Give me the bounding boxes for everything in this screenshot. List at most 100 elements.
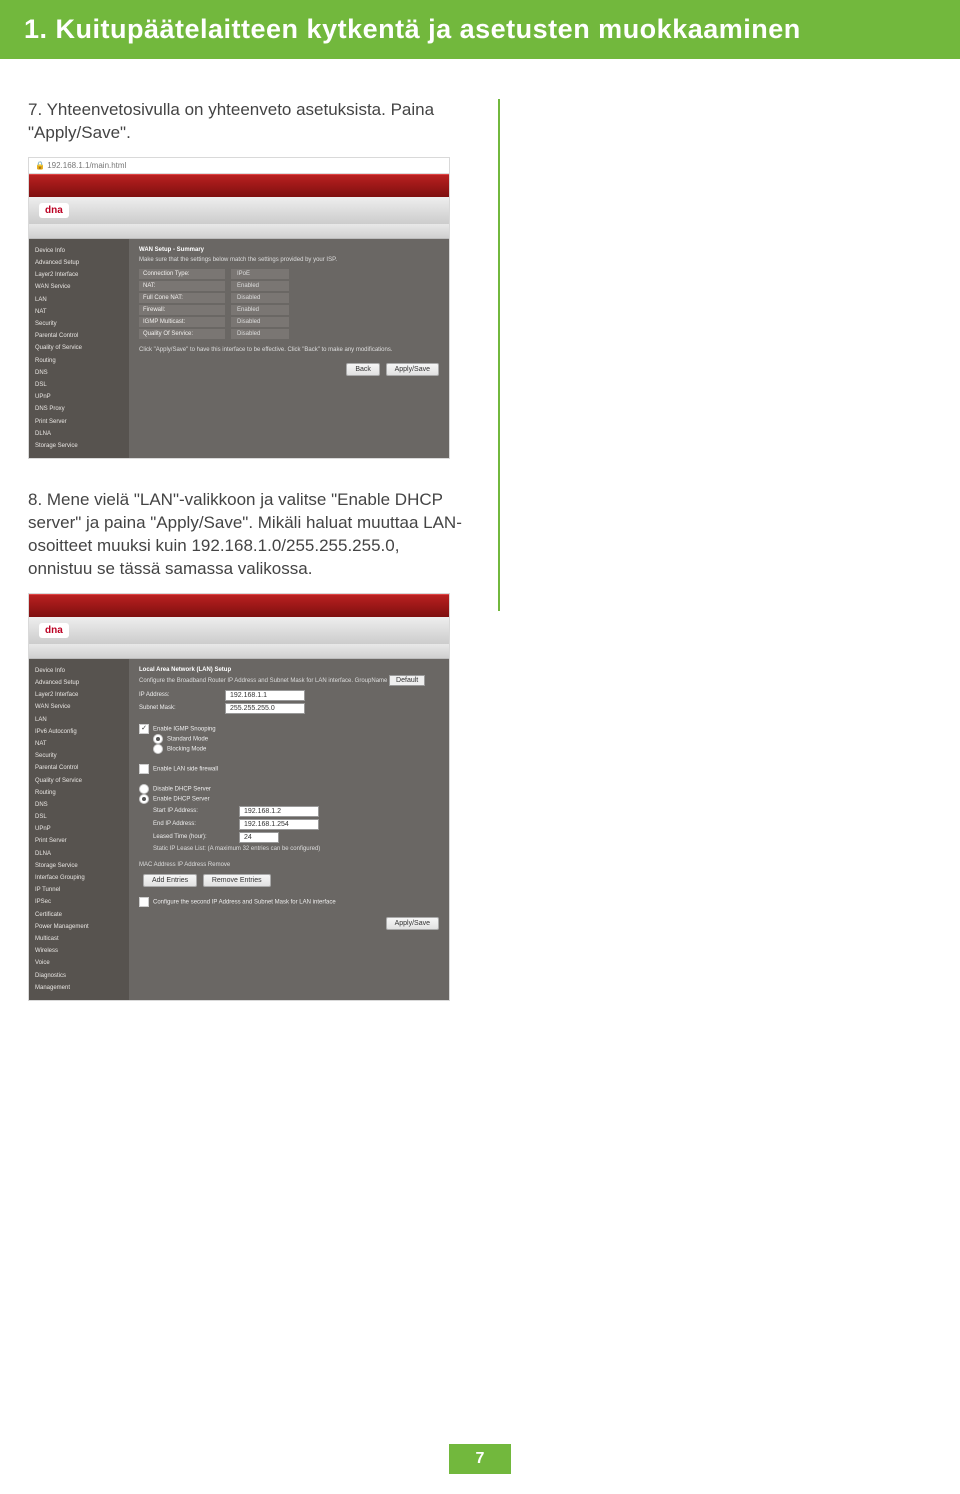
sidebar-item[interactable]: DNS xyxy=(35,799,123,811)
sidebar-item[interactable]: Certificate xyxy=(35,909,123,921)
sidebar-item[interactable]: UPnP xyxy=(35,391,123,403)
mode-std-label: Standard Mode xyxy=(167,736,208,742)
end-ip-input[interactable]: 192.168.1.254 xyxy=(239,819,319,830)
row-val: Disabled xyxy=(231,293,289,303)
sidebar-item[interactable]: Advanced Setup xyxy=(35,257,123,269)
sidebar-item[interactable]: DSL xyxy=(35,379,123,391)
sidebar-item[interactable]: Storage Service xyxy=(35,440,123,452)
router-sidebar: Device Info Advanced Setup Layer2 Interf… xyxy=(29,239,129,458)
sidebar-item[interactable]: Interface Grouping xyxy=(35,872,123,884)
panel-note: Make sure that the settings below match … xyxy=(139,257,439,263)
step-7-text: 7. Yhteenvetosivulla on yhteenveto asetu… xyxy=(28,99,468,145)
mask-input[interactable]: 255.255.255.0 xyxy=(225,703,305,714)
page-number: 7 xyxy=(449,1444,511,1474)
sidebar-item[interactable]: Wireless xyxy=(35,945,123,957)
sidebar-item[interactable]: DLNA xyxy=(35,428,123,440)
second-ip-checkbox[interactable] xyxy=(139,897,149,907)
sidebar-item[interactable]: Print Server xyxy=(35,416,123,428)
row-key: NAT: xyxy=(139,281,225,291)
sidebar-item[interactable]: Routing xyxy=(35,787,123,799)
sidebar-item[interactable]: UPnP xyxy=(35,823,123,835)
sidebar-item[interactable]: DNS xyxy=(35,367,123,379)
sidebar-item[interactable]: Diagnostics xyxy=(35,970,123,982)
column-divider xyxy=(498,99,500,611)
mode-std-radio[interactable] xyxy=(153,734,163,744)
sidebar-item[interactable]: Multicast xyxy=(35,933,123,945)
dna-logo: dna xyxy=(39,203,69,218)
sidebar-item[interactable]: Quality of Service xyxy=(35,775,123,787)
row-key: IGMP Multicast: xyxy=(139,317,225,327)
row-key: Connection Type: xyxy=(139,269,225,279)
sidebar-item[interactable]: Security xyxy=(35,750,123,762)
sidebar-item[interactable]: Quality of Service xyxy=(35,342,123,354)
add-entries-button[interactable]: Add Entries xyxy=(143,874,197,887)
panel-heading: WAN Setup - Summary xyxy=(139,247,439,253)
lan-firewall-checkbox[interactable] xyxy=(139,764,149,774)
apply-save-button[interactable]: Apply/Save xyxy=(386,363,439,376)
sidebar-item[interactable]: DNS Proxy xyxy=(35,403,123,415)
section-header: 1. Kuitupäätelaitteen kytkentä ja asetus… xyxy=(0,0,960,59)
row-key: Quality Of Service: xyxy=(139,329,225,339)
sidebar-item[interactable]: Parental Control xyxy=(35,330,123,342)
row-val: IPoE xyxy=(231,269,289,279)
sidebar-item[interactable]: IP Tunnel xyxy=(35,884,123,896)
lease-label: Leased Time (hour): xyxy=(153,834,233,840)
row-val: Enabled xyxy=(231,281,289,291)
lease-input[interactable]: 24 xyxy=(239,832,279,843)
sidebar-item[interactable]: DLNA xyxy=(35,848,123,860)
row-val: Enabled xyxy=(231,305,289,315)
start-ip-label: Start IP Address: xyxy=(153,808,233,814)
sidebar-item[interactable]: Print Server xyxy=(35,835,123,847)
sidebar-item[interactable]: Device Info xyxy=(35,245,123,257)
screenshot-summary: 🔒 192.168.1.1/main.html dna Device Info … xyxy=(28,157,450,459)
sidebar-item[interactable]: Voice xyxy=(35,957,123,969)
sidebar-item[interactable]: IPSec xyxy=(35,896,123,908)
sidebar-item[interactable]: Management xyxy=(35,982,123,994)
end-ip-label: End IP Address: xyxy=(153,821,233,827)
right-column xyxy=(530,99,932,1031)
sidebar-item[interactable]: Advanced Setup xyxy=(35,677,123,689)
start-ip-input[interactable]: 192.168.1.2 xyxy=(239,806,319,817)
sidebar-item[interactable]: Routing xyxy=(35,355,123,367)
remove-entries-button[interactable]: Remove Entries xyxy=(203,874,271,887)
mode-block-radio[interactable] xyxy=(153,744,163,754)
row-val: Disabled xyxy=(231,317,289,327)
sidebar-item[interactable]: Layer2 Interface xyxy=(35,689,123,701)
section-title: 1. Kuitupäätelaitteen kytkentä ja asetus… xyxy=(24,14,936,45)
dhcp-enable-label: Enable DHCP Server xyxy=(153,796,210,802)
panel-footer-note: Click "Apply/Save" to have this interfac… xyxy=(139,347,439,353)
group-select[interactable]: Default xyxy=(389,675,425,686)
sidebar-item[interactable]: WAN Service xyxy=(35,281,123,293)
sidebar-item[interactable]: IPv6 Autoconfig xyxy=(35,726,123,738)
step-8-text: 8. Mene vielä "LAN"-valikkoon ja valitse… xyxy=(28,489,468,581)
static-lease-note: Static IP Lease List: (A maximum 32 entr… xyxy=(153,846,439,852)
sidebar-item[interactable]: WAN Service xyxy=(35,701,123,713)
sidebar-item[interactable]: Power Management xyxy=(35,921,123,933)
row-val: Disabled xyxy=(231,329,289,339)
sidebar-item[interactable]: Device Info xyxy=(35,665,123,677)
screenshot-lan: dna Device Info Advanced Setup Layer2 In… xyxy=(28,593,450,1001)
sidebar-item[interactable]: DSL xyxy=(35,811,123,823)
sidebar-item[interactable]: NAT xyxy=(35,306,123,318)
back-button[interactable]: Back xyxy=(346,363,380,376)
sidebar-item[interactable]: LAN xyxy=(35,294,123,306)
ip-input[interactable]: 192.168.1.1 xyxy=(225,690,305,701)
dhcp-disable-radio[interactable] xyxy=(139,784,149,794)
igmp-checkbox[interactable] xyxy=(139,724,149,734)
row-key: Firewall: xyxy=(139,305,225,315)
panel-heading: Local Area Network (LAN) Setup xyxy=(139,667,439,673)
sidebar-item[interactable]: NAT xyxy=(35,738,123,750)
sidebar-item[interactable]: Parental Control xyxy=(35,762,123,774)
mode-block-label: Blocking Mode xyxy=(167,746,206,752)
sidebar-item[interactable]: Storage Service xyxy=(35,860,123,872)
router-sidebar: Device Info Advanced Setup Layer2 Interf… xyxy=(29,659,129,1000)
dhcp-enable-radio[interactable] xyxy=(139,794,149,804)
sidebar-item[interactable]: LAN xyxy=(35,714,123,726)
lan-firewall-label: Enable LAN side firewall xyxy=(153,766,218,772)
dna-logo: dna xyxy=(39,623,69,638)
mask-label: Subnet Mask: xyxy=(139,705,219,711)
sidebar-item[interactable]: Layer2 Interface xyxy=(35,269,123,281)
router-content: Local Area Network (LAN) Setup Configure… xyxy=(129,659,449,1000)
sidebar-item[interactable]: Security xyxy=(35,318,123,330)
apply-save-button[interactable]: Apply/Save xyxy=(386,917,439,930)
